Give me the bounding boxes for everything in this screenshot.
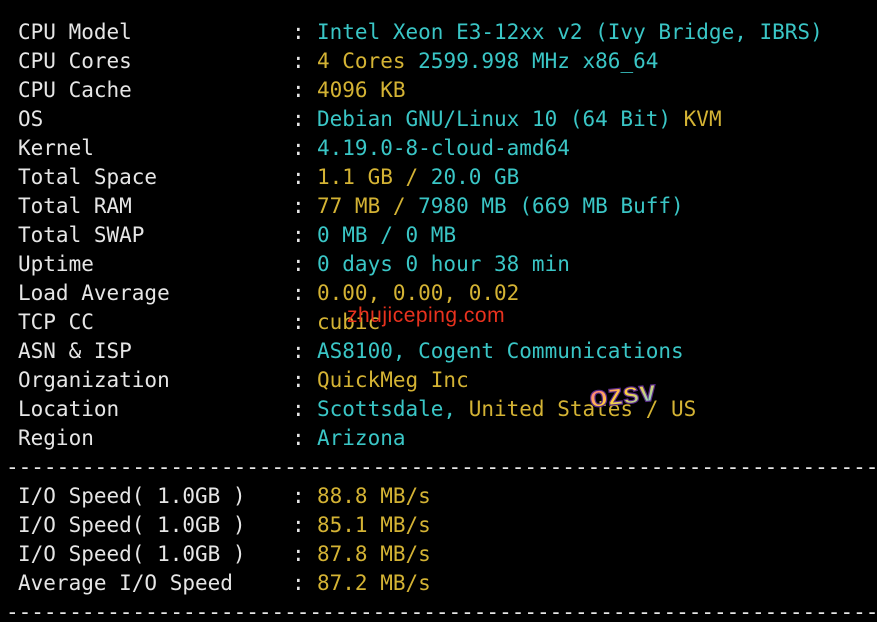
- row-label: Uptime: [18, 252, 94, 276]
- value-segment: 85.1 MB/s: [317, 513, 431, 537]
- row-colon: :: [292, 252, 305, 276]
- row-label: Location: [18, 397, 120, 421]
- row-label: Organization: [18, 368, 170, 392]
- row-value: 1.1 GB / 20.0 GB: [317, 163, 519, 192]
- row-value: 87.8 MB/s: [317, 540, 431, 569]
- value-segment: 88.8 MB/s: [317, 484, 431, 508]
- row-value: 85.1 MB/s: [317, 511, 431, 540]
- value-segment: 20.0 GB: [430, 165, 520, 189]
- value-segment: (669 MB Buff): [519, 194, 684, 218]
- row-label: Average I/O Speed: [18, 571, 233, 595]
- row-label: I/O Speed( 1.0GB ): [18, 484, 246, 508]
- row-value: 0 MB / 0 MB: [317, 221, 456, 250]
- row-label: Kernel: [18, 136, 94, 160]
- row-label: OS: [18, 107, 44, 131]
- value-segment: 0.00, 0.00, 0.02: [317, 281, 520, 305]
- row-label: I/O Speed( 1.0GB ): [18, 542, 246, 566]
- value-segment: 1.1 GB /: [317, 165, 431, 189]
- row-colon: :: [292, 571, 305, 595]
- value-segment: 77 MB /: [317, 194, 419, 218]
- value-segment: 0 MB /: [317, 223, 406, 247]
- row-colon: :: [292, 136, 305, 160]
- row-colon: :: [292, 49, 305, 73]
- value-segment: AS8100, Cogent Communications: [317, 339, 684, 363]
- row-value: Arizona: [317, 424, 406, 453]
- row-colon: :: [292, 165, 305, 189]
- row-value: 77 MB / 7980 MB (669 MB Buff): [317, 192, 684, 221]
- value-segment: 87.8 MB/s: [317, 542, 431, 566]
- row-label: Total Space: [18, 165, 158, 189]
- row-colon: :: [292, 542, 305, 566]
- watermark-text: zhujiceping.com: [347, 304, 506, 327]
- terminal-output: CPU Model: Intel Xeon E3-12xx v2 (Ivy Bri…: [0, 0, 877, 622]
- row-colon: :: [292, 107, 305, 131]
- row-colon: :: [292, 194, 305, 218]
- value-segment: Intel Xeon E3-12xx v2 (Ivy Bridge, IBRS): [317, 20, 823, 44]
- value-segment: Arizona: [317, 426, 406, 450]
- row-label: Total RAM: [18, 194, 132, 218]
- ozsv-logo: ozsv: [587, 374, 658, 414]
- value-segment: 7980 MB: [418, 194, 520, 218]
- row-colon: :: [292, 368, 305, 392]
- row-value: 4.19.0-8-cloud-amd64: [317, 134, 570, 163]
- value-segment: 4096 KB: [317, 78, 406, 102]
- row-value: 0 days 0 hour 38 min: [317, 250, 570, 279]
- row-label: Total SWAP: [18, 223, 145, 247]
- row-value: QuickMeg Inc: [317, 366, 469, 395]
- row-colon: :: [292, 78, 305, 102]
- row-value: Debian GNU/Linux 10 (64 Bit) KVM: [317, 105, 722, 134]
- value-segment: 0 MB: [405, 223, 457, 247]
- separator-line: ----------------------------------------…: [6, 602, 877, 622]
- row-label: TCP CC: [18, 310, 94, 334]
- row-colon: :: [292, 310, 305, 334]
- row-label: Load Average: [18, 281, 170, 305]
- value-segment: 4.19.0-8-cloud-amd64: [317, 136, 570, 160]
- row-colon: :: [292, 397, 305, 421]
- value-segment: 4 Cores: [317, 49, 419, 73]
- row-value: 88.8 MB/s: [317, 482, 431, 511]
- row-value: AS8100, Cogent Communications: [317, 337, 684, 366]
- value-segment: KVM: [683, 107, 722, 131]
- row-label: ASN & ISP: [18, 339, 132, 363]
- row-colon: :: [292, 484, 305, 508]
- value-segment: 87.2 MB/s: [317, 571, 431, 595]
- value-segment: QuickMeg Inc: [317, 368, 469, 392]
- value-segment: 0 days 0 hour 38 min: [317, 252, 570, 276]
- row-colon: :: [292, 281, 305, 305]
- row-value: Intel Xeon E3-12xx v2 (Ivy Bridge, IBRS): [317, 18, 823, 47]
- row-value: 87.2 MB/s: [317, 569, 431, 598]
- row-colon: :: [292, 20, 305, 44]
- row-label: CPU Cores: [18, 49, 132, 73]
- row-colon: :: [292, 426, 305, 450]
- row-label: Region: [18, 426, 94, 450]
- row-label: CPU Cache: [18, 78, 132, 102]
- value-segment: Debian GNU/Linux 10 (64 Bit): [317, 107, 684, 131]
- row-value: 4096 KB: [317, 76, 406, 105]
- row-label: CPU Model: [18, 20, 132, 44]
- logo-text: ozsv: [588, 374, 658, 414]
- row-value: 4 Cores 2599.998 MHz x86_64: [317, 47, 658, 76]
- row-label: I/O Speed( 1.0GB ): [18, 513, 246, 537]
- value-segment: 2599.998 MHz x86_64: [418, 49, 659, 73]
- row-colon: :: [292, 223, 305, 247]
- value-segment: Scottsdale,: [317, 397, 469, 421]
- separator-line: ----------------------------------------…: [6, 457, 877, 477]
- row-colon: :: [292, 513, 305, 537]
- row-colon: :: [292, 339, 305, 363]
